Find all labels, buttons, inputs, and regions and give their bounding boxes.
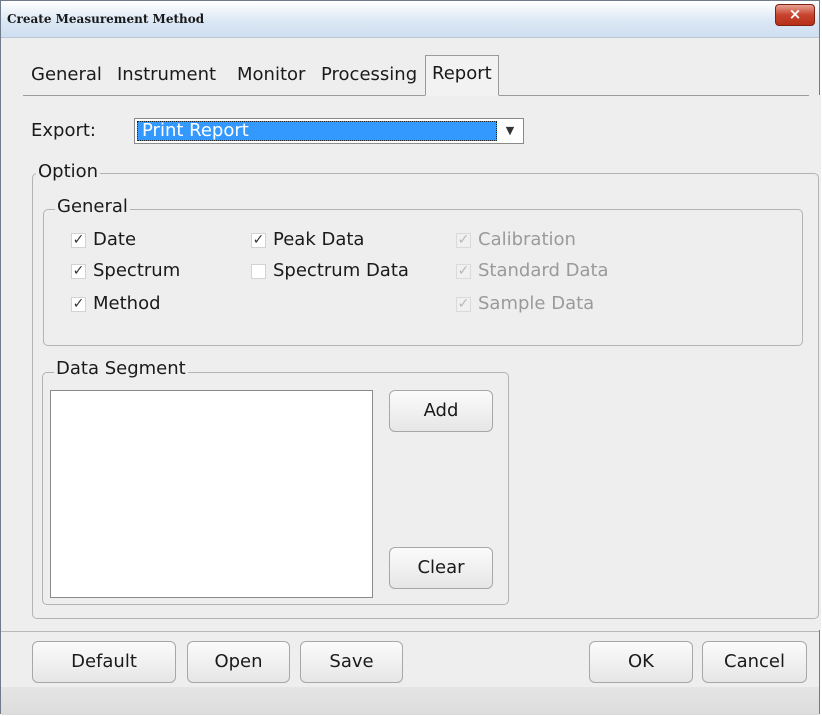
option-group-legend: Option (36, 161, 101, 182)
data-segment-legend: Data Segment (54, 358, 188, 379)
window-title: Create Measurement Method (7, 12, 205, 26)
general-group-legend: General (55, 196, 130, 217)
save-button[interactable]: Save (300, 641, 403, 683)
title-bar: Create Measurement Method × (1, 1, 819, 38)
checkmark-icon: ✓ (251, 232, 266, 248)
tab-processing[interactable]: Processing (321, 55, 417, 95)
tab-general[interactable]: General (31, 55, 102, 95)
checkmark-icon: ✓ (71, 232, 86, 248)
checkbox-label: Standard Data (478, 260, 609, 281)
ok-button[interactable]: OK (589, 641, 693, 683)
cancel-button[interactable]: Cancel (702, 641, 807, 683)
checkbox-label: Spectrum Data (273, 260, 409, 281)
tab-instrument[interactable]: Instrument (117, 55, 216, 95)
checkbox-label: Date (93, 229, 137, 250)
close-button[interactable]: × (775, 4, 815, 26)
add-button[interactable]: Add (389, 390, 493, 432)
chevron-down-icon: ▼ (505, 124, 515, 137)
checkmark-icon: ✓ (71, 263, 86, 279)
checkmark-icon: ✓ (456, 263, 471, 279)
checkmark-icon: ✓ (456, 232, 471, 248)
export-label: Export: (31, 120, 96, 141)
checkbox-empty-icon (251, 264, 266, 279)
export-dropdown[interactable]: Print Report ▼ (134, 118, 524, 144)
checkbox-label: Method (93, 293, 161, 314)
checkbox-label: Calibration (478, 229, 576, 250)
clear-button[interactable]: Clear (389, 547, 493, 589)
close-icon: × (788, 5, 802, 23)
checkmark-icon: ✓ (456, 296, 471, 312)
data-segment-list[interactable] (50, 390, 373, 598)
checkmark-icon: ✓ (71, 296, 86, 312)
export-selected-value: Print Report (137, 121, 497, 141)
checkbox-label: Spectrum (93, 260, 181, 281)
checkbox-label: Peak Data (273, 229, 365, 250)
checkbox-label: Sample Data (478, 293, 595, 314)
default-button[interactable]: Default (32, 641, 176, 683)
tab-monitor[interactable]: Monitor (237, 55, 305, 95)
status-bar (1, 687, 819, 715)
tab-report[interactable]: Report (425, 55, 499, 96)
open-button[interactable]: Open (187, 641, 290, 683)
create-measurement-method-dialog: Create Measurement Method × General Inst… (0, 0, 821, 715)
